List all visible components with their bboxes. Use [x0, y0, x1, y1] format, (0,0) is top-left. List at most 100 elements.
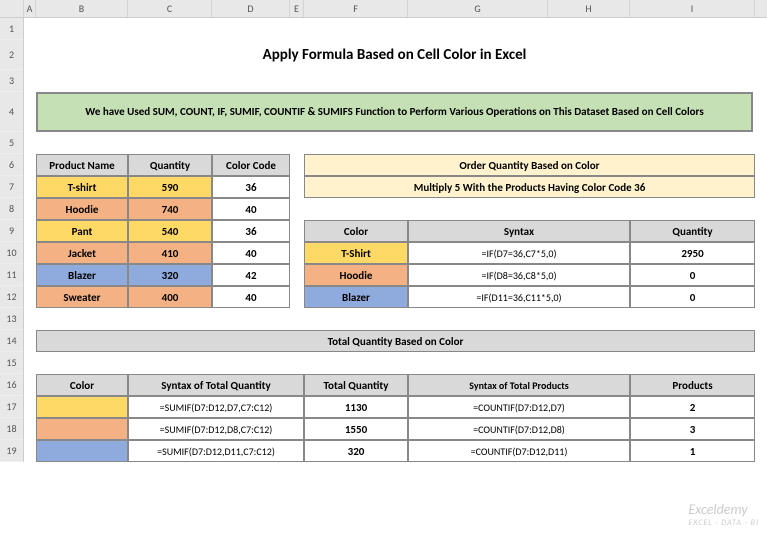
watermark-sub: EXCEL · DATA · BI [688, 518, 759, 528]
row-header-8[interactable]: 8 [0, 198, 24, 220]
t1-r0-name[interactable]: T-shirt [36, 176, 128, 198]
t2-r0-qty[interactable]: 2950 [630, 242, 755, 264]
t1-r1-name[interactable]: Hoodie [36, 198, 128, 220]
row-6: Product Name Quantity Color Code Order Q… [24, 154, 767, 176]
t1-r2-qty[interactable]: 540 [128, 220, 212, 242]
row-header-11[interactable]: 11 [0, 264, 24, 286]
row-header-1[interactable]: 1 [0, 18, 24, 40]
t2-r2-syntax[interactable]: =IF(D11=36,C11*5,0) [408, 286, 630, 308]
row-8: Hoodie 740 40 [24, 198, 767, 220]
row-header-13[interactable]: 13 [0, 308, 24, 330]
t3-hdr-p[interactable]: Products [630, 374, 755, 396]
row-header-15[interactable]: 15 [0, 352, 24, 374]
col-header-G[interactable]: G [408, 0, 548, 17]
row-header-14[interactable]: 14 [0, 330, 24, 352]
col-header-H[interactable]: H [548, 0, 630, 17]
t2-hdr-qty[interactable]: Quantity [630, 220, 755, 242]
order-subtitle[interactable]: Multiply 5 With the Products Having Colo… [304, 176, 755, 198]
col-header-I[interactable]: I [630, 0, 755, 17]
col-header-C[interactable]: C [128, 0, 212, 17]
t1-r3-name[interactable]: Jacket [36, 242, 128, 264]
t3-r0-stq[interactable]: =SUMIF(D7:D12,D7,C7:C12) [128, 396, 304, 418]
t3-hdr-stq[interactable]: Syntax of Total Quantity [128, 374, 304, 396]
t3-r1-p[interactable]: 3 [630, 418, 755, 440]
t3-r1-tq[interactable]: 1550 [304, 418, 408, 440]
row-16: Color Syntax of Total Quantity Total Qua… [24, 374, 767, 396]
t3-r2-p[interactable]: 1 [630, 440, 755, 462]
row-19: =SUMIF(D7:D12,D11,C7:C12) 320 =COUNTIF(D… [24, 440, 767, 462]
row-headers: 1 2 3 4 5 6 7 8 9 10 11 12 13 14 15 16 1… [0, 18, 24, 462]
t1-hdr-product[interactable]: Product Name [36, 154, 128, 176]
col-header-B[interactable]: B [36, 0, 128, 17]
t3-r1-stp[interactable]: =COUNTIF(D7:D12,D8) [408, 418, 630, 440]
t3-r1-stq[interactable]: =SUMIF(D7:D12,D8,C7:C12) [128, 418, 304, 440]
row-header-12[interactable]: 12 [0, 286, 24, 308]
t1-r5-qty[interactable]: 400 [128, 286, 212, 308]
section3-title[interactable]: Total Quantity Based on Color [36, 330, 755, 352]
t2-r2-color[interactable]: Blazer [304, 286, 408, 308]
row-18: =SUMIF(D7:D12,D8,C7:C12) 1550 =COUNTIF(D… [24, 418, 767, 440]
t3-r2-color[interactable] [36, 440, 128, 462]
page-title[interactable]: Apply Formula Based on Cell Color in Exc… [36, 40, 753, 70]
t1-r5-name[interactable]: Sweater [36, 286, 128, 308]
t1-r2-code[interactable]: 36 [212, 220, 290, 242]
column-headers: A B C D E F G H I [0, 0, 767, 18]
t1-r3-code[interactable]: 40 [212, 242, 290, 264]
t1-r4-name[interactable]: Blazer [36, 264, 128, 286]
t1-r2-name[interactable]: Pant [36, 220, 128, 242]
t2-hdr-color[interactable]: Color [304, 220, 408, 242]
t1-r1-qty[interactable]: 740 [128, 198, 212, 220]
t2-r1-qty[interactable]: 0 [630, 264, 755, 286]
t1-hdr-code[interactable]: Color Code [212, 154, 290, 176]
row-header-18[interactable]: 18 [0, 418, 24, 440]
t3-r2-tq[interactable]: 320 [304, 440, 408, 462]
t1-r3-qty[interactable]: 410 [128, 242, 212, 264]
row-header-5[interactable]: 5 [0, 132, 24, 154]
t1-r5-code[interactable]: 40 [212, 286, 290, 308]
col-header-E[interactable]: E [290, 0, 304, 17]
t2-r1-syntax[interactable]: =IF(D8=36,C8*5,0) [408, 264, 630, 286]
row-header-19[interactable]: 19 [0, 440, 24, 462]
row-12: Sweater 400 40 Blazer =IF(D11=36,C11*5,0… [24, 286, 767, 308]
t3-hdr-tq[interactable]: Total Quantity [304, 374, 408, 396]
t2-r0-syntax[interactable]: =IF(D7=36,C7*5,0) [408, 242, 630, 264]
t1-r4-code[interactable]: 42 [212, 264, 290, 286]
row-header-6[interactable]: 6 [0, 154, 24, 176]
order-title[interactable]: Order Quantity Based on Color [304, 154, 755, 176]
select-all-corner[interactable] [0, 0, 24, 17]
row-header-2[interactable]: 2 [0, 40, 24, 70]
watermark-main: Exceldemy [688, 501, 747, 518]
row-header-16[interactable]: 16 [0, 374, 24, 396]
t3-r2-stq[interactable]: =SUMIF(D7:D12,D11,C7:C12) [128, 440, 304, 462]
row-header-4[interactable]: 4 [0, 92, 24, 132]
t3-r0-color[interactable] [36, 396, 128, 418]
t3-r2-stp[interactable]: =COUNTIF(D7:D12,D11) [408, 440, 630, 462]
row-15 [24, 352, 767, 374]
t3-r0-tq[interactable]: 1130 [304, 396, 408, 418]
t1-r1-code[interactable]: 40 [212, 198, 290, 220]
t2-r1-color[interactable]: Hoodie [304, 264, 408, 286]
t3-r0-stp[interactable]: =COUNTIF(D7:D12,D7) [408, 396, 630, 418]
row-header-7[interactable]: 7 [0, 176, 24, 198]
row-header-17[interactable]: 17 [0, 396, 24, 418]
col-header-A[interactable]: A [24, 0, 36, 17]
col-header-F[interactable]: F [304, 0, 408, 17]
row-header-9[interactable]: 9 [0, 220, 24, 242]
t3-hdr-color[interactable]: Color [36, 374, 128, 396]
t1-r0-code[interactable]: 36 [212, 176, 290, 198]
t2-r0-color[interactable]: T-Shirt [304, 242, 408, 264]
t3-r0-p[interactable]: 2 [630, 396, 755, 418]
t2-r2-qty[interactable]: 0 [630, 286, 755, 308]
row-11: Blazer 320 42 Hoodie =IF(D8=36,C8*5,0) 0 [24, 264, 767, 286]
t1-hdr-qty[interactable]: Quantity [128, 154, 212, 176]
t2-hdr-syntax[interactable]: Syntax [408, 220, 630, 242]
col-header-D[interactable]: D [212, 0, 290, 17]
row-header-10[interactable]: 10 [0, 242, 24, 264]
row-header-3[interactable]: 3 [0, 70, 24, 92]
t3-r1-color[interactable] [36, 418, 128, 440]
t1-r4-qty[interactable]: 320 [128, 264, 212, 286]
t1-r0-qty[interactable]: 590 [128, 176, 212, 198]
t3-hdr-stp[interactable]: Syntax of Total Products [408, 374, 630, 396]
description-box[interactable]: We have Used SUM, COUNT, IF, SUMIF, COUN… [36, 92, 753, 132]
grid: Apply Formula Based on Cell Color in Exc… [24, 18, 767, 462]
